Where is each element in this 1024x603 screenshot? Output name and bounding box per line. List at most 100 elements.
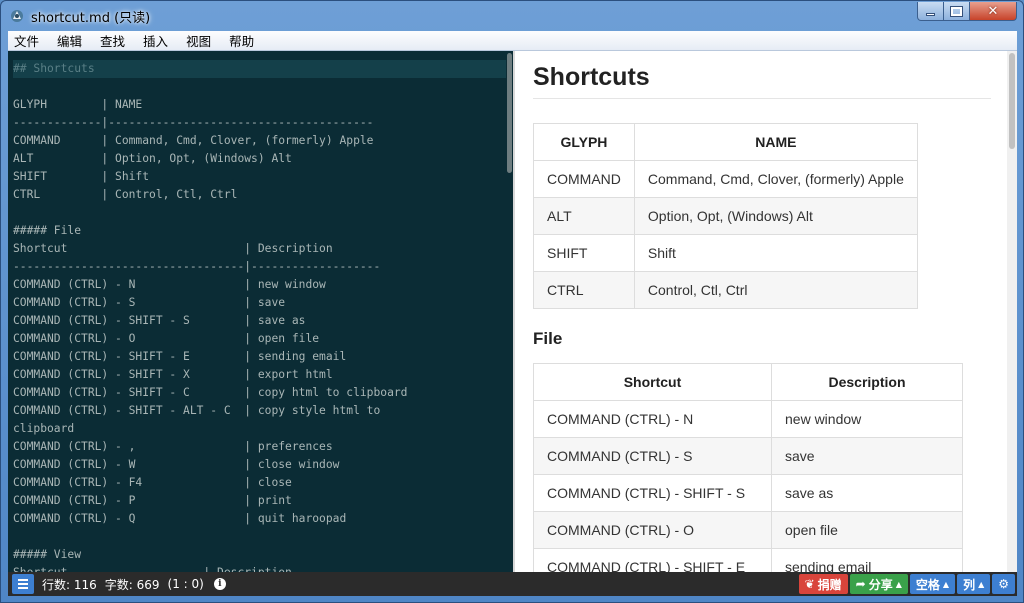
editor-line[interactable]: COMMAND (CTRL) - SHIFT - C | copy html t… xyxy=(13,384,508,402)
editor-lines[interactable]: ## Shortcuts GLYPH | NAME -------------|--… xyxy=(13,60,508,572)
editor-line[interactable]: COMMAND (CTRL) - N | new window xyxy=(13,276,508,294)
editor-line[interactable]: COMMAND (CTRL) - SHIFT - X | export html xyxy=(13,366,508,384)
table-row: COMMAND (CTRL) - Nnew window xyxy=(533,400,963,438)
editor-line[interactable]: ALT | Option, Opt, (Windows) Alt xyxy=(13,150,508,168)
menu-help[interactable]: 帮助 xyxy=(227,31,256,50)
editor-line[interactable]: CTRL | Control, Ctl, Ctrl xyxy=(13,186,508,204)
table-cell: COMMAND (CTRL) - O xyxy=(533,511,772,549)
editor-line[interactable]: COMMAND (CTRL) - , | preferences xyxy=(13,438,508,456)
editor-line[interactable]: SHIFT | Shift xyxy=(13,168,508,186)
editor-line[interactable]: Shortcut | Description xyxy=(13,240,508,258)
table-header-cell: Description xyxy=(771,363,963,401)
info-icon[interactable]: i xyxy=(213,578,226,590)
editor-line[interactable] xyxy=(13,528,508,546)
editor-line[interactable]: COMMAND (CTRL) - SHIFT - S | save as xyxy=(13,312,508,330)
preview-pane: Shortcuts GLYPH NAME COMMAND Command, Cmd… xyxy=(515,51,1007,572)
column-mode-button[interactable]: 列 ▲ xyxy=(957,574,991,594)
caret-up-icon: ▲ xyxy=(942,579,950,589)
cursor-position: (1 : 0) xyxy=(167,577,204,591)
editor-line[interactable] xyxy=(13,78,508,96)
menu-toggle-button[interactable] xyxy=(12,574,34,594)
menu-bar: 文件 编辑 查找 插入 视图 帮助 xyxy=(8,31,1017,51)
settings-button[interactable]: ⚙ xyxy=(992,574,1015,594)
caret-up-icon: ▲ xyxy=(895,579,902,589)
caret-up-icon: ▲ xyxy=(978,579,985,589)
share-button[interactable]: ➦ 分享 ▲ xyxy=(849,574,908,594)
editor-line[interactable]: COMMAND (CTRL) - O | open file xyxy=(13,330,508,348)
editor-scroll-thumb[interactable] xyxy=(507,53,512,173)
table-row: COMMAND (CTRL) - SHIFT - Esending email xyxy=(533,548,963,572)
editor-line[interactable]: ##### View xyxy=(13,546,508,564)
markdown-editor[interactable]: ## Shortcuts GLYPH | NAME -------------|--… xyxy=(8,51,513,572)
editor-line[interactable]: COMMAND (CTRL) - S | save xyxy=(13,294,508,312)
hamburger-icon xyxy=(18,579,28,581)
donate-label: 捐赠 xyxy=(817,577,842,592)
table-row: ALT Option, Opt, (Windows) Alt xyxy=(533,197,918,235)
editor-line[interactable]: COMMAND (CTRL) - SHIFT - ALT - C | copy … xyxy=(13,402,508,420)
close-button[interactable]: ✕ xyxy=(969,2,1017,21)
table-cell: COMMAND (CTRL) - S xyxy=(533,437,772,475)
file-shortcuts-table: Shortcut Description COMMAND (CTRL) - Nn… xyxy=(533,363,963,572)
hamburger-icon-bar xyxy=(18,583,28,585)
editor-line[interactable]: ##### File xyxy=(13,222,508,240)
editor-line[interactable]: COMMAND (CTRL) - Q | quit haroopad xyxy=(13,510,508,528)
donate-button[interactable]: ❦ 捐赠 xyxy=(798,574,848,594)
table-cell: COMMAND (CTRL) - SHIFT - S xyxy=(533,474,772,512)
table-cell: COMMAND (CTRL) - SHIFT - E xyxy=(533,548,772,572)
maximize-button[interactable] xyxy=(943,2,970,21)
table-cell: COMMAND (CTRL) - N xyxy=(533,400,772,438)
table-row: COMMAND (CTRL) - Oopen file xyxy=(533,511,963,549)
app-icon xyxy=(11,10,23,22)
table-row: COMMAND (CTRL) - Ssave xyxy=(533,437,963,475)
menu-insert[interactable]: 插入 xyxy=(141,31,170,50)
editor-scrollbar[interactable] xyxy=(506,51,513,572)
table-row: CTRL Control, Ctl, Ctrl xyxy=(533,271,918,309)
editor-line[interactable] xyxy=(13,204,508,222)
editor-line[interactable]: ----------------------------------|-----… xyxy=(13,258,508,276)
app-window: shortcut.md (只读) ✕ 文件 编辑 查找 插入 视图 帮助 ## … xyxy=(0,0,1024,603)
table-cell: COMMAND xyxy=(533,160,635,198)
table-cell: open file xyxy=(771,511,963,549)
preview-scroll-thumb[interactable] xyxy=(1009,53,1015,149)
table-cell: new window xyxy=(771,400,963,438)
table-row: COMMAND Command, Cmd, Clover, (formerly) … xyxy=(533,160,918,198)
table-cell: Control, Ctl, Ctrl xyxy=(633,271,918,309)
table-header-cell: Shortcut xyxy=(533,363,772,401)
line-count: 行数: 116 xyxy=(42,577,97,592)
editor-line[interactable]: COMMAND | Command, Cmd, Clover, (formerl… xyxy=(13,132,508,150)
window-title: shortcut.md (只读) xyxy=(31,11,151,26)
editor-line[interactable]: COMMAND (CTRL) - P | print xyxy=(13,492,508,510)
table-header-row: Shortcut Description xyxy=(533,363,963,401)
table-cell: sending email xyxy=(771,548,963,572)
table-cell: CTRL xyxy=(533,271,635,309)
hamburger-icon-bar xyxy=(18,587,28,589)
table-cell: Shift xyxy=(633,234,918,272)
minimize-button[interactable] xyxy=(917,2,944,21)
char-count: 字数: 669 xyxy=(104,577,160,592)
editor-line[interactable]: -------------|--------------------------… xyxy=(13,114,508,132)
table-header-row: GLYPH NAME xyxy=(533,123,918,161)
table-header-cell: GLYPH xyxy=(533,123,635,161)
editor-line[interactable]: COMMAND (CTRL) - W | close window xyxy=(13,456,508,474)
heading-rule xyxy=(533,98,991,99)
content-area: ## Shortcuts GLYPH | NAME -------------|--… xyxy=(8,51,1017,572)
menu-file[interactable]: 文件 xyxy=(12,31,41,50)
preview-heading: Shortcuts xyxy=(533,63,650,91)
share-arrow-icon: ➦ xyxy=(855,577,866,591)
title-bar[interactable]: shortcut.md (只读) ✕ xyxy=(1,1,1023,31)
menu-edit[interactable]: 编辑 xyxy=(55,31,84,50)
editor-line[interactable]: ## Shortcuts xyxy=(13,60,508,78)
section-heading-file: File xyxy=(533,329,563,348)
menu-view[interactable]: 视图 xyxy=(184,31,213,50)
editor-line[interactable]: clipboard xyxy=(13,420,508,438)
indent-label: 空格 xyxy=(915,577,940,592)
editor-line[interactable]: Shortcut | Description xyxy=(13,564,508,572)
editor-line[interactable]: COMMAND (CTRL) - SHIFT - E | sending ema… xyxy=(13,348,508,366)
menu-find[interactable]: 查找 xyxy=(98,31,127,50)
status-bar: 行数: 116 字数: 669 (1 : 0) i ❦ 捐赠 ➦ 分享 ▲ 空格… xyxy=(8,572,1017,596)
table-cell: save xyxy=(771,437,963,475)
indent-mode-button[interactable]: 空格 ▲ xyxy=(909,574,956,594)
preview-scrollbar[interactable] xyxy=(1007,51,1017,572)
editor-line[interactable]: COMMAND (CTRL) - F4 | close xyxy=(13,474,508,492)
editor-line[interactable]: GLYPH | NAME xyxy=(13,96,508,114)
